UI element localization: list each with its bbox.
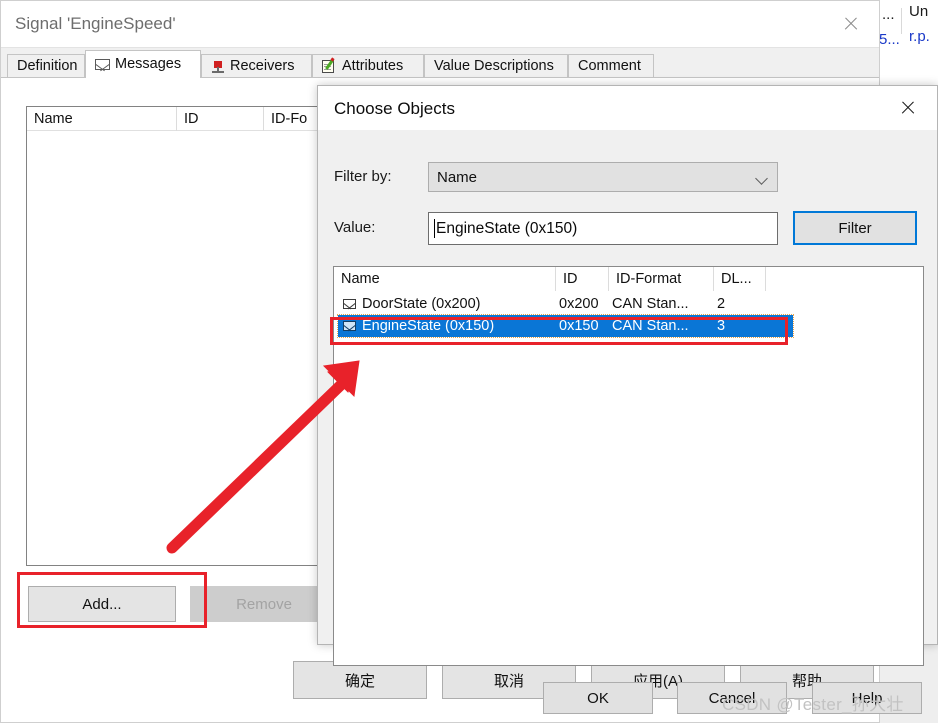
row-id: 0x150 [559,318,599,334]
tab-definition-label: Definition [17,58,78,75]
row-dlc: 3 [717,318,726,334]
column-header-name[interactable]: Name [27,107,177,131]
envelope-icon [95,59,110,70]
column-header-dlc[interactable]: DL... [714,267,766,291]
background-link-dots[interactable]: 5... [879,31,900,48]
value-label: Value: [334,219,376,236]
tab-attributes-label: Attributes [342,58,404,75]
dialog-titlebar: Choose Objects [318,86,937,130]
objects-list[interactable]: Name ID ID-Format DL... DoorState (0x200… [333,266,924,666]
value-input-text: EngineState (0x150) [436,219,578,237]
column-header-id[interactable]: ID [177,107,264,131]
row-dlc: 2 [717,296,726,312]
row-name: EngineState (0x150) [362,318,495,334]
remove-button-label: Remove [236,595,292,613]
objects-list-header: Name ID ID-Format DL... [334,267,923,291]
page-title: Signal 'EngineSpeed' [15,14,176,33]
filter-by-label: Filter by: [334,168,392,185]
text-caret [434,219,435,238]
tab-value-descriptions-label: Value Descriptions [434,58,554,75]
tab-receivers-label: Receivers [230,58,295,75]
screen: ... Un 5... r.p. Signal 'EngineSpeed' De… [0,0,938,723]
column-header-id[interactable]: ID [556,267,609,291]
add-button[interactable]: Add... [28,586,176,622]
close-icon[interactable] [887,90,929,126]
row-id: 0x200 [559,296,599,312]
ok-button[interactable]: OK [543,682,653,714]
filter-by-select[interactable]: Name [428,162,778,192]
close-glyph [900,100,916,116]
add-button-label: Add... [82,595,122,613]
tab-comment[interactable]: Comment [568,54,654,78]
ok-button-cn[interactable]: 确定 [293,661,427,699]
tab-comment-label: Comment [578,58,641,75]
attribute-pencil-icon [322,56,337,74]
row-name: DoorState (0x200) [362,296,481,312]
tab-strip: Definition Messages Receivers Attributes [1,48,879,78]
value-input[interactable]: EngineState (0x150) [428,212,778,245]
column-header-name[interactable]: Name [334,267,556,291]
close-icon[interactable] [829,5,873,43]
cancel-button-cn-label: 取消 [493,672,524,690]
background-col-text: ... [882,6,895,23]
background-column-divider [901,8,902,34]
column-header-id-format[interactable]: ID-Format [609,267,714,291]
pin-icon [211,60,225,74]
signal-window-titlebar: Signal 'EngineSpeed' [1,1,879,48]
watermark: CSDN @Tester_孙大壮 [722,695,904,714]
ok-button-label: OK [587,689,609,707]
filter-button-label: Filter [838,219,872,237]
table-row[interactable]: DoorState (0x200) 0x200 CAN Stan... 2 [334,293,923,315]
table-row[interactable]: EngineState (0x150) 0x150 CAN Stan... 3 [337,314,794,338]
ok-button-cn-label: 确定 [344,672,375,690]
tab-value-descriptions[interactable]: Value Descriptions [424,54,568,78]
remove-button: Remove [190,586,338,622]
tab-messages-label: Messages [115,56,182,73]
row-id-format: CAN Stan... [612,318,689,334]
envelope-icon [343,293,359,315]
envelope-icon [343,315,359,337]
close-glyph [843,16,859,32]
tab-attributes[interactable]: Attributes [312,54,424,78]
background-link-text[interactable]: r.p. [909,28,930,45]
chevron-down-icon [755,172,768,185]
tab-receivers[interactable]: Receivers [201,54,312,78]
tab-messages[interactable]: Messages [85,50,201,78]
row-id-format: CAN Stan... [612,296,689,312]
background-header-text: Un [909,3,929,20]
filter-by-value: Name [437,168,478,186]
tab-definition[interactable]: Definition [7,54,85,78]
filter-button[interactable]: Filter [793,211,917,245]
choose-objects-dialog: Choose Objects Filter by: Name Value: En… [317,85,938,714]
dialog-title: Choose Objects [334,99,455,118]
